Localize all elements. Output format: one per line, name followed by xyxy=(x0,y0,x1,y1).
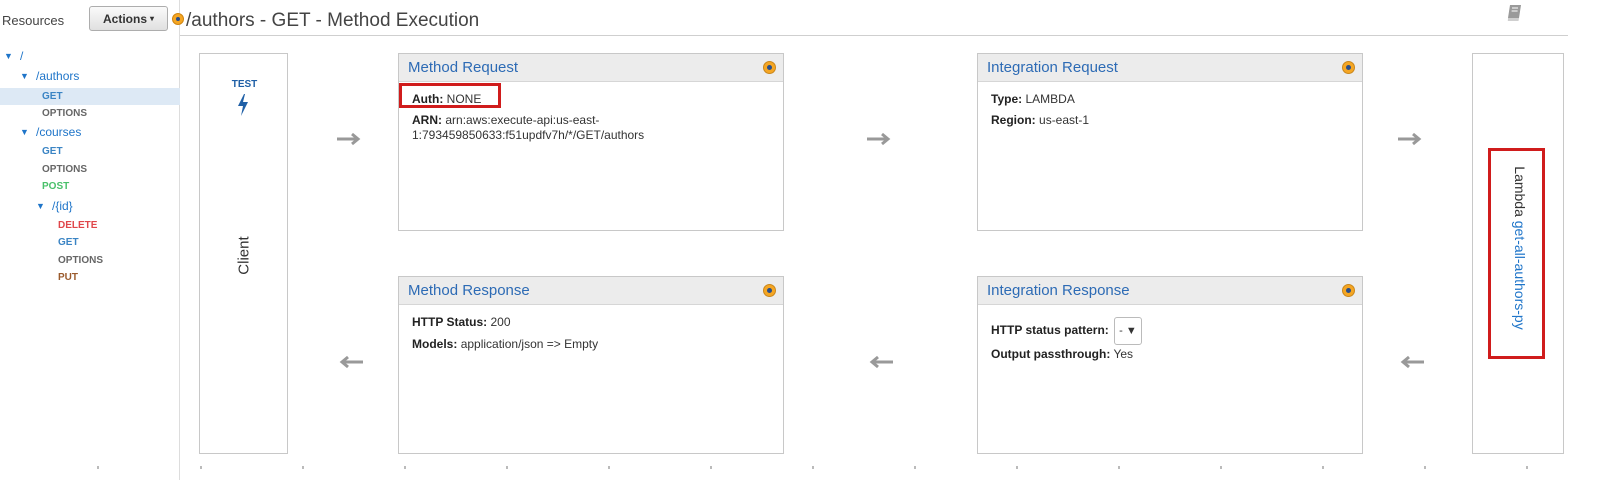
passthrough-value: Yes xyxy=(1113,347,1134,361)
header-divider xyxy=(180,35,1568,36)
tree-node-root[interactable]: ▼ / xyxy=(4,47,23,65)
method-response-title[interactable]: Method Response xyxy=(408,282,530,299)
region-row: Region: us-east-1 xyxy=(991,113,1089,128)
type-row: Type: LAMBDA xyxy=(991,92,1075,107)
method-request-title[interactable]: Method Request xyxy=(408,59,518,76)
tick xyxy=(1016,466,1018,469)
method-id-get[interactable]: GET xyxy=(0,234,180,251)
arrow-left-icon xyxy=(869,355,893,369)
http-status-row: HTTP Status: 200 xyxy=(412,315,511,330)
resources-title: Resources xyxy=(2,13,65,28)
integration-response-panel: Integration Response HTTP status pattern… xyxy=(977,276,1363,454)
models-value: application/json => Empty xyxy=(460,337,599,351)
tick xyxy=(506,466,508,469)
tick xyxy=(812,466,814,469)
method-settings-icon[interactable] xyxy=(172,13,184,25)
method-courses-post[interactable]: POST xyxy=(0,178,180,195)
method-id-delete[interactable]: DELETE xyxy=(0,217,180,234)
resource-path[interactable]: /authors xyxy=(36,69,79,83)
method-request-panel: Method Request Auth: NONE ARN: arn:aws:e… xyxy=(398,53,784,231)
actions-label: Actions xyxy=(102,11,147,26)
tick xyxy=(1118,466,1120,469)
type-label: Type: xyxy=(991,92,1023,106)
arrow-left-icon xyxy=(339,355,363,369)
status-pattern-label: HTTP status pattern: xyxy=(991,323,1109,337)
method-courses-get[interactable]: GET xyxy=(0,143,180,160)
lightning-bolt-icon[interactable] xyxy=(236,94,250,116)
expand-triangle-icon[interactable]: ▼ xyxy=(20,127,36,137)
caret-down-icon: ▾ xyxy=(150,14,155,23)
resource-path[interactable]: / xyxy=(20,49,23,63)
resources-sidebar: Resources Actions ▾ ▼ / ▼ /authors GET O… xyxy=(0,0,180,480)
book-icon[interactable] xyxy=(1507,4,1523,22)
auth-highlight-box xyxy=(399,83,501,108)
expand-triangle-icon[interactable]: ▼ xyxy=(20,71,36,81)
tick xyxy=(710,466,712,469)
method-courses-options[interactable]: OPTIONS xyxy=(0,161,180,178)
type-value: LAMBDA xyxy=(1025,92,1075,106)
tick xyxy=(200,466,202,469)
resource-path[interactable]: /courses xyxy=(36,125,81,139)
arn-value-line2: 1:793459850633:f51updfv7h/*/GET/authors xyxy=(412,128,645,142)
tick xyxy=(914,466,916,469)
arrow-right-icon xyxy=(1398,132,1422,146)
method-authors-options[interactable]: OPTIONS xyxy=(0,105,180,122)
integration-response-title[interactable]: Integration Response xyxy=(987,282,1130,299)
tree-node-authors[interactable]: ▼ /authors xyxy=(20,67,79,85)
tick xyxy=(608,466,610,469)
settings-icon[interactable] xyxy=(1342,61,1355,74)
method-id-put[interactable]: PUT xyxy=(0,269,180,286)
tree-node-courses[interactable]: ▼ /courses xyxy=(20,123,81,141)
status-pattern-select[interactable]: - ▼ xyxy=(1114,317,1142,345)
passthrough-label: Output passthrough: xyxy=(991,347,1111,361)
bottom-ruler xyxy=(0,466,1602,470)
tick xyxy=(404,466,406,469)
expand-triangle-icon[interactable]: ▼ xyxy=(36,201,52,211)
page-title: /authors - GET - Method Execution xyxy=(186,10,480,31)
integration-request-title[interactable]: Integration Request xyxy=(987,59,1118,76)
resource-path[interactable]: /{id} xyxy=(52,199,73,213)
region-label: Region: xyxy=(991,113,1036,127)
tick xyxy=(1526,466,1528,469)
caret-down-icon: ▼ xyxy=(1125,325,1137,337)
arn-row: ARN: arn:aws:execute-api:us-east- 1:7934… xyxy=(412,113,644,143)
actions-button[interactable]: Actions ▾ xyxy=(89,6,168,31)
arrow-left-icon xyxy=(1400,355,1424,369)
expand-triangle-icon[interactable]: ▼ xyxy=(4,51,20,61)
client-panel[interactable]: TEST Client xyxy=(199,53,288,454)
tick xyxy=(1322,466,1324,469)
arrow-right-icon xyxy=(867,132,891,146)
tick xyxy=(97,466,99,469)
method-authors-get[interactable]: GET xyxy=(0,88,180,105)
arn-value-line1: arn:aws:execute-api:us-east- xyxy=(445,113,600,127)
arn-label: ARN: xyxy=(412,113,442,127)
status-pattern-row: HTTP status pattern: - ▼ xyxy=(991,317,1142,345)
settings-icon[interactable] xyxy=(763,284,776,297)
tick xyxy=(1424,466,1426,469)
method-id-options[interactable]: OPTIONS xyxy=(0,252,180,269)
arrow-right-icon xyxy=(337,132,361,146)
models-row: Models: application/json => Empty xyxy=(412,337,598,352)
http-status-label: HTTP Status: xyxy=(412,315,488,329)
models-label: Models: xyxy=(412,337,458,351)
lambda-highlight-box xyxy=(1488,148,1545,359)
status-pattern-value: - xyxy=(1119,325,1123,337)
region-value: us-east-1 xyxy=(1039,113,1090,127)
integration-request-panel: Integration Request Type: LAMBDA Region:… xyxy=(977,53,1363,231)
settings-icon[interactable] xyxy=(763,61,776,74)
settings-icon[interactable] xyxy=(1342,284,1355,297)
client-label: Client xyxy=(235,236,253,275)
test-label[interactable]: TEST xyxy=(200,79,289,90)
tick xyxy=(302,466,304,469)
http-status-value: 200 xyxy=(490,315,511,329)
tree-node-id[interactable]: ▼ /{id} xyxy=(36,197,73,215)
passthrough-row: Output passthrough: Yes xyxy=(991,347,1133,362)
method-response-panel: Method Response HTTP Status: 200 Models:… xyxy=(398,276,784,454)
tick xyxy=(1220,466,1222,469)
